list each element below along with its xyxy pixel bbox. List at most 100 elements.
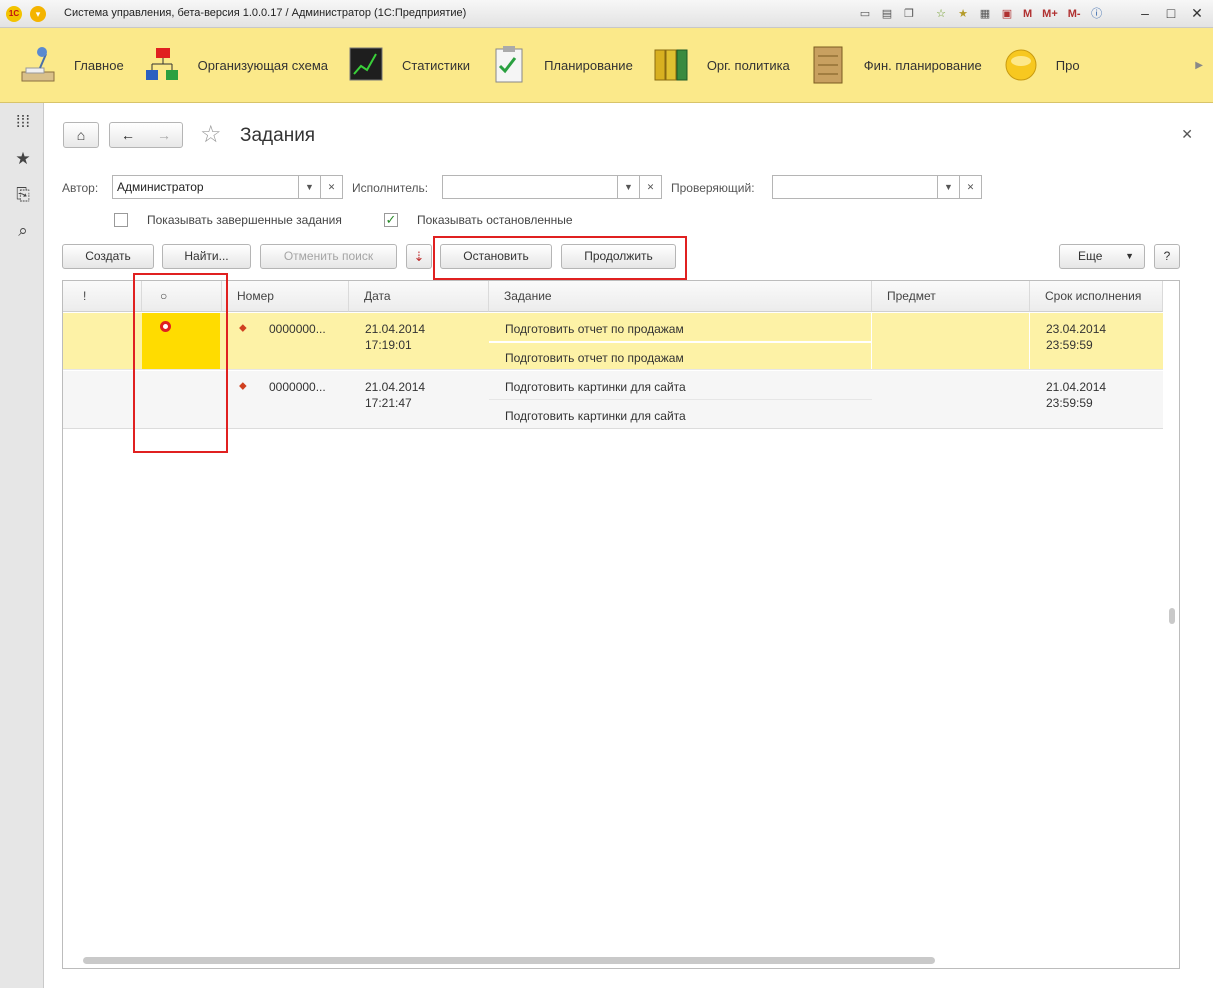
- clipboard-check-icon: [488, 44, 530, 86]
- task-description: Подготовить картинки для сайта: [505, 409, 686, 423]
- executor-field[interactable]: [442, 175, 618, 199]
- section-statistics[interactable]: Статистики: [328, 28, 470, 103]
- column-header-importance[interactable]: !: [63, 281, 142, 312]
- print-preview-icon[interactable]: ▤: [878, 5, 896, 23]
- author-clear-icon[interactable]: ✕: [321, 175, 343, 199]
- cell-divider: [871, 313, 872, 369]
- executor-clear-icon[interactable]: ✕: [640, 175, 662, 199]
- task-due-time: 23:59:59: [1046, 396, 1093, 410]
- window-titlebar: 1С ▾ Система управления, бета-версия 1.0…: [0, 0, 1213, 28]
- highlight-frame-state-column: [133, 273, 228, 453]
- show-stopped-label: Показывать остановленные: [417, 213, 573, 227]
- cell-divider: [1029, 313, 1030, 369]
- form-tasks: ⌂ ← → ☆ Задания ✕ Автор: Администратор ▼…: [44, 103, 1213, 988]
- highlight-frame-buttons: [433, 236, 687, 280]
- horizontal-scrollbar[interactable]: [83, 957, 935, 964]
- table-row[interactable]: ⬥ 0000000... 21.04.2014 17:19:01 Подгото…: [63, 313, 1163, 370]
- task-name: Подготовить отчет по продажам: [505, 322, 684, 336]
- memory-mplus-button[interactable]: M+: [1039, 5, 1061, 23]
- cancel-search-button[interactable]: Отменить поиск: [260, 244, 397, 269]
- all-functions-grid-icon[interactable]: ⁞⁞⁞: [12, 111, 34, 133]
- back-arrow-icon[interactable]: ←: [121, 127, 135, 143]
- search-icon[interactable]: ⌕: [12, 220, 34, 242]
- change-state-icon[interactable]: ⇣: [406, 244, 432, 269]
- section-planning[interactable]: Планирование: [470, 28, 633, 103]
- reviewer-label: Проверяющий:: [671, 181, 755, 195]
- window-close-button[interactable]: ✕: [1187, 4, 1207, 24]
- table-row[interactable]: ⬥ 0000000... 21.04.2014 17:21:47 Подгото…: [63, 371, 1163, 429]
- show-stopped-checkbox[interactable]: ✓: [384, 213, 398, 227]
- show-completed-checkbox[interactable]: [114, 213, 128, 227]
- author-field[interactable]: Администратор: [112, 175, 299, 199]
- task-due-date: 21.04.2014: [1046, 380, 1107, 394]
- section-label: Организующая схема: [197, 57, 329, 73]
- find-button[interactable]: Найти...: [162, 244, 251, 269]
- history-icon[interactable]: ⎘: [12, 184, 34, 206]
- window-controls: – □ ✕: [1135, 4, 1207, 24]
- memory-mminus-button[interactable]: M-: [1065, 5, 1084, 23]
- favorites-icon[interactable]: ★: [954, 5, 972, 23]
- main-menu-button[interactable]: ▾: [30, 6, 46, 22]
- reviewer-field[interactable]: [772, 175, 938, 199]
- tasks-table: ! ○ Номер Дата Задание Предмет Срок испо…: [62, 280, 1180, 969]
- column-header-subject[interactable]: Предмет: [872, 281, 1030, 312]
- nav-arrows: ← →: [109, 122, 183, 148]
- calculator-icon[interactable]: ▦: [976, 5, 994, 23]
- add-to-favorites-star-icon[interactable]: ☆: [200, 120, 222, 149]
- task-name: Подготовить картинки для сайта: [505, 380, 686, 394]
- task-due-date: 23.04.2014: [1046, 322, 1107, 336]
- executor-label: Исполнитель:: [352, 181, 429, 195]
- help-button[interactable]: ?: [1154, 244, 1180, 269]
- show-completed-label: Показывать завершенные задания: [147, 213, 342, 227]
- column-header-task[interactable]: Задание: [489, 281, 872, 312]
- window-title: Система управления, бета-версия 1.0.0.17…: [64, 7, 467, 19]
- task-number: 0000000...: [269, 380, 326, 394]
- vertical-scrollbar[interactable]: [1169, 608, 1175, 624]
- task-due-time: 23:59:59: [1046, 338, 1093, 352]
- sections-panel: Главное Организующая схема Статистики Пл…: [0, 28, 1213, 103]
- chart-board-icon: [346, 44, 388, 86]
- more-button[interactable]: Еще ▼: [1059, 244, 1145, 269]
- minimize-button[interactable]: –: [1135, 4, 1155, 24]
- section-label: Статистики: [402, 57, 471, 73]
- add-favorite-icon[interactable]: ☆: [932, 5, 950, 23]
- org-chart-icon: [142, 44, 184, 86]
- reviewer-clear-icon[interactable]: ✕: [960, 175, 982, 199]
- 1c-logo-icon: 1С: [6, 6, 22, 22]
- memory-m-button[interactable]: M: [1020, 5, 1035, 23]
- section-main[interactable]: Главное: [0, 28, 124, 103]
- abacus-icon: [808, 44, 850, 86]
- task-date: 21.04.2014: [365, 322, 426, 336]
- print-icon[interactable]: ▭: [856, 5, 874, 23]
- column-header-due-date[interactable]: Срок исполнения: [1030, 281, 1163, 312]
- more-dropdown-icon: ▼: [1125, 251, 1134, 261]
- section-label: Планирование: [544, 57, 633, 73]
- disc-icon: [1000, 44, 1042, 86]
- favorites-star-icon[interactable]: ★: [12, 148, 34, 170]
- left-toolbar: ⁞⁞⁞ ★ ⎘ ⌕: [0, 103, 44, 988]
- section-org-scheme[interactable]: Организующая схема: [124, 28, 328, 103]
- create-button[interactable]: Создать: [62, 244, 154, 269]
- task-time: 17:19:01: [365, 338, 412, 352]
- executor-dropdown-icon[interactable]: ▼: [618, 175, 640, 199]
- binders-icon: [651, 44, 693, 86]
- author-dropdown-icon[interactable]: ▼: [299, 175, 321, 199]
- forward-arrow-icon[interactable]: →: [157, 127, 171, 143]
- maximize-button[interactable]: □: [1161, 4, 1181, 24]
- section-more[interactable]: Про: [982, 28, 1080, 103]
- section-org-policy[interactable]: Орг. политика: [633, 28, 790, 103]
- close-form-icon[interactable]: ✕: [1181, 126, 1193, 143]
- home-icon: ⌂: [76, 127, 86, 143]
- column-header-number[interactable]: Номер: [222, 281, 349, 312]
- reviewer-dropdown-icon[interactable]: ▼: [938, 175, 960, 199]
- copy-icon[interactable]: ❐: [900, 5, 918, 23]
- section-fin-planning[interactable]: Фин. планирование: [790, 28, 982, 103]
- calendar-icon[interactable]: ▣: [998, 5, 1016, 23]
- task-description: Подготовить отчет по продажам: [505, 351, 684, 365]
- column-header-date[interactable]: Дата: [349, 281, 489, 312]
- task-number: 0000000...: [269, 322, 326, 336]
- info-icon[interactable]: ⓘ: [1088, 5, 1106, 23]
- sections-scroll-right-icon[interactable]: ▶: [1195, 60, 1203, 71]
- section-label: Фин. планирование: [863, 57, 982, 73]
- home-button[interactable]: ⌂: [63, 122, 99, 148]
